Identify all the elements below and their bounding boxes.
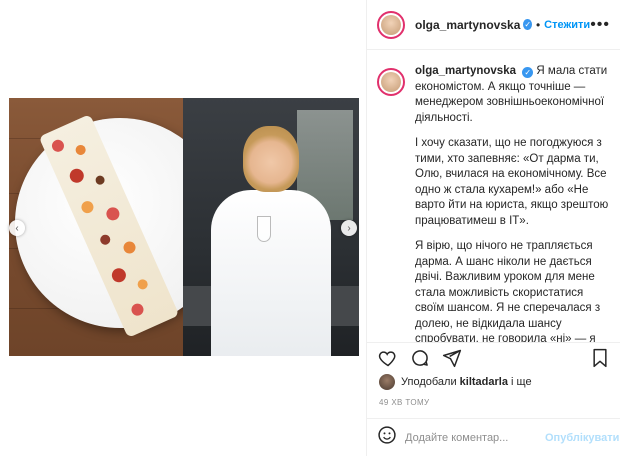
verified-badge-icon: ✓ [523,19,532,30]
comment-icon [412,349,428,366]
liker-username[interactable]: kiltadarla [460,376,508,388]
likes-prefix: Уподобали [401,376,457,388]
comment-bar: Опублікувати [367,418,620,456]
heart-icon [378,350,396,366]
post-photo-collage [9,98,359,356]
bookmark-icon [593,348,607,367]
wine-glass [257,216,271,242]
chef-photo [183,98,359,356]
like-button[interactable] [377,347,399,369]
caption-text: olga_martynovska ✓ Я мала стати економіс… [415,64,611,342]
post-timestamp[interactable]: 49 ХВ ТОМУ [379,398,430,407]
instagram-post: ‹ › olga_martynovska ✓ • Стежити ••• olg… [0,0,620,456]
caption-paragraph-3: Я вірю, що нічого не трапляється дарма. … [415,240,601,342]
action-bar [367,342,620,372]
follow-button[interactable]: Стежити [544,19,590,31]
liker-avatar[interactable] [379,374,395,390]
header-separator: • [535,17,541,32]
save-button[interactable] [589,347,611,369]
share-icon [442,349,462,367]
caption: olga_martynovska ✓ Я мала стати економіс… [377,64,611,342]
verified-badge-icon: ✓ [522,67,534,79]
chef-face [243,126,299,192]
chevron-right-icon: › [347,222,351,234]
caption-username[interactable]: olga_martynovska [415,65,516,77]
post-side-panel: olga_martynovska ✓ • Стежити ••• olga_ma… [366,0,620,456]
author-avatar[interactable] [377,10,405,39]
carousel-next-button[interactable]: › [341,220,357,236]
likes-summary: Уподобали kiltadarla і ще [379,374,532,390]
post-media: ‹ › [0,0,366,456]
emoji-icon [378,426,396,444]
share-button[interactable] [441,347,463,369]
author-username[interactable]: olga_martynovska [415,18,520,32]
likes-suffix[interactable]: і ще [511,376,532,388]
dish-photo [9,98,183,356]
comment-input[interactable] [405,431,545,444]
more-options-button[interactable]: ••• [590,16,610,34]
chef-jacket [211,190,331,356]
carousel-prev-button[interactable]: ‹ [9,220,25,236]
caption-avatar[interactable] [377,68,405,96]
caption-area[interactable]: olga_martynovska ✓ Я мала стати економіс… [367,50,620,342]
post-header: olga_martynovska ✓ • Стежити ••• [367,0,620,50]
chevron-left-icon: ‹ [15,222,19,234]
publish-comment-button[interactable]: Опублікувати [545,432,619,444]
caption-paragraph-2: І хочу сказати, що не погоджуюся з тими,… [415,137,609,227]
emoji-button[interactable] [377,425,397,450]
comment-button[interactable] [409,347,431,369]
